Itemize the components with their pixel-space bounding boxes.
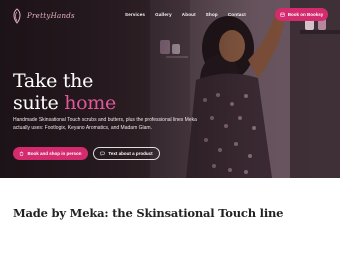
hero-title: Take the suite home [13, 70, 116, 114]
nav-services[interactable]: Services [125, 12, 145, 18]
hero-section: PrettyHands Services Gallery About Shop … [0, 0, 340, 178]
brand-logo[interactable]: PrettyHands [10, 8, 75, 24]
logo-text: PrettyHands [27, 12, 75, 20]
hero-title-line1: Take the [13, 70, 94, 92]
hero-title-accent: home [64, 92, 116, 114]
main-nav: Services Gallery About Shop Contact [125, 12, 256, 18]
book-and-shop-label: Book and shop in person [27, 151, 82, 156]
chat-icon [100, 151, 105, 156]
calendar-icon [279, 12, 285, 17]
nav-contact[interactable]: Contact [228, 12, 246, 18]
hero-title-plain: suite [13, 92, 59, 114]
bag-icon [20, 151, 24, 156]
hero-description: Handmade Skinsational Touch scrubs and b… [13, 117, 197, 131]
book-on-booksy-button[interactable]: Book on Booksy [275, 8, 328, 21]
logo-mark-icon [13, 8, 21, 24]
text-about-product-button[interactable]: Text about a product [93, 147, 160, 160]
text-about-product-label: Text about a product [108, 151, 153, 156]
nav-gallery[interactable]: Gallery [155, 12, 172, 18]
section-title: Made by Meka: the Skinsational Touch lin… [13, 206, 284, 220]
nav-about[interactable]: About [182, 12, 196, 18]
nav-shop[interactable]: Shop [206, 12, 218, 18]
book-and-shop-button[interactable]: Book and shop in person [13, 147, 88, 160]
book-on-booksy-label: Book on Booksy [287, 12, 324, 17]
